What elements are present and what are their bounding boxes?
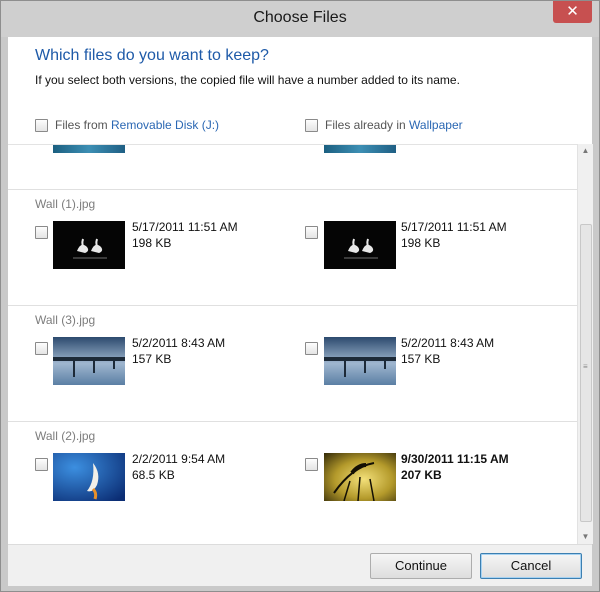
dialog-heading: Which files do you want to keep? bbox=[35, 47, 269, 64]
dialog-description: If you select both versions, the copied … bbox=[35, 73, 460, 87]
source-file-info: 5/17/2011 11:51 AM 198 KB bbox=[132, 219, 238, 251]
destination-column-prefix: Files already in bbox=[325, 118, 410, 132]
conflict-group-wall-1: Wall (1).jpg 5/17/2011 11:51 AM 198 KB 5… bbox=[8, 189, 577, 306]
destination-date: 5/2/2011 8:43 AM bbox=[401, 336, 495, 350]
dialog-content: Which files do you want to keep? If you … bbox=[8, 37, 593, 586]
previous-file-thumbnail bbox=[324, 145, 396, 153]
group-file-name: Wall (2).jpg bbox=[35, 429, 96, 443]
source-column-prefix: Files from bbox=[55, 118, 112, 132]
select-all-source-checkbox[interactable] bbox=[35, 119, 48, 132]
destination-file-info: 5/17/2011 11:51 AM 198 KB bbox=[401, 219, 507, 251]
source-location-link[interactable]: Removable Disk (J:) bbox=[111, 118, 219, 132]
scrollbar-grip-icon: ≡ bbox=[583, 362, 588, 371]
blue-abstract-thumbnail[interactable] bbox=[53, 453, 125, 501]
source-date: 2/2/2011 9:54 AM bbox=[132, 452, 226, 466]
group-file-name: Wall (1).jpg bbox=[35, 197, 96, 211]
destination-location-link[interactable]: Wallpaper bbox=[409, 118, 463, 132]
close-button[interactable]: ✕ bbox=[553, 1, 592, 23]
column-headers: Files from Removable Disk (J:) Files alr… bbox=[8, 109, 592, 143]
source-size: 157 KB bbox=[132, 352, 172, 366]
conflict-group-wall-2: Wall (2).jpg 2/2/2011 9:54 AM 68.5 KB 9/… bbox=[8, 421, 577, 538]
source-date: 5/17/2011 11:51 AM bbox=[132, 220, 238, 234]
destination-column-label: Files already in Wallpaper bbox=[325, 118, 463, 132]
dialog-footer: Continue Cancel bbox=[8, 544, 592, 586]
destination-size: 157 KB bbox=[401, 352, 441, 366]
title-bar[interactable]: Choose Files ✕ bbox=[1, 1, 599, 37]
destination-size: 198 KB bbox=[401, 236, 441, 250]
source-column-label: Files from Removable Disk (J:) bbox=[55, 118, 219, 132]
keep-source-checkbox[interactable] bbox=[35, 458, 48, 471]
swans-thumbnail[interactable] bbox=[324, 221, 396, 269]
swans-thumbnail[interactable] bbox=[53, 221, 125, 269]
pier-thumbnail[interactable] bbox=[53, 337, 125, 385]
keep-destination-checkbox[interactable] bbox=[305, 342, 318, 355]
destination-file-info-newer: 9/30/2011 11:15 AM 207 KB bbox=[401, 451, 509, 483]
source-size: 68.5 KB bbox=[132, 468, 175, 482]
previous-file-thumbnail bbox=[53, 145, 125, 153]
source-file-info: 5/2/2011 8:43 AM 157 KB bbox=[132, 335, 225, 367]
source-size: 198 KB bbox=[132, 236, 172, 250]
group-file-name: Wall (3).jpg bbox=[35, 313, 96, 327]
source-date: 5/2/2011 8:43 AM bbox=[132, 336, 226, 350]
grass-sunset-thumbnail[interactable] bbox=[324, 453, 396, 501]
destination-file-info: 5/2/2011 8:43 AM 157 KB bbox=[401, 335, 494, 367]
scroll-up-arrow-icon[interactable]: ▲ bbox=[578, 144, 593, 158]
list-scrollbar[interactable]: ▲ ≡ ▼ bbox=[577, 144, 593, 544]
choose-files-dialog: Choose Files ✕ Which files do you want t… bbox=[0, 0, 600, 592]
destination-date: 9/30/2011 11:15 AM bbox=[401, 452, 509, 466]
cancel-button[interactable]: Cancel bbox=[480, 553, 582, 579]
pier-thumbnail[interactable] bbox=[324, 337, 396, 385]
destination-size: 207 KB bbox=[401, 468, 442, 482]
select-all-destination-checkbox[interactable] bbox=[305, 119, 318, 132]
scrollbar-thumb[interactable]: ≡ bbox=[580, 224, 592, 522]
conflict-group-wall-3: Wall (3).jpg 5/2/2011 8:43 AM 157 KB 5/2… bbox=[8, 305, 577, 422]
keep-source-checkbox[interactable] bbox=[35, 226, 48, 239]
source-file-info: 2/2/2011 9:54 AM 68.5 KB bbox=[132, 451, 225, 483]
window-title: Choose Files bbox=[253, 9, 347, 26]
continue-button[interactable]: Continue bbox=[370, 553, 472, 579]
destination-date: 5/17/2011 11:51 AM bbox=[401, 220, 507, 234]
keep-destination-checkbox[interactable] bbox=[305, 226, 318, 239]
file-conflict-list: Wall (1).jpg 5/17/2011 11:51 AM 198 KB 5… bbox=[8, 144, 577, 545]
scroll-down-arrow-icon[interactable]: ▼ bbox=[578, 530, 593, 544]
keep-destination-checkbox[interactable] bbox=[305, 458, 318, 471]
keep-source-checkbox[interactable] bbox=[35, 342, 48, 355]
